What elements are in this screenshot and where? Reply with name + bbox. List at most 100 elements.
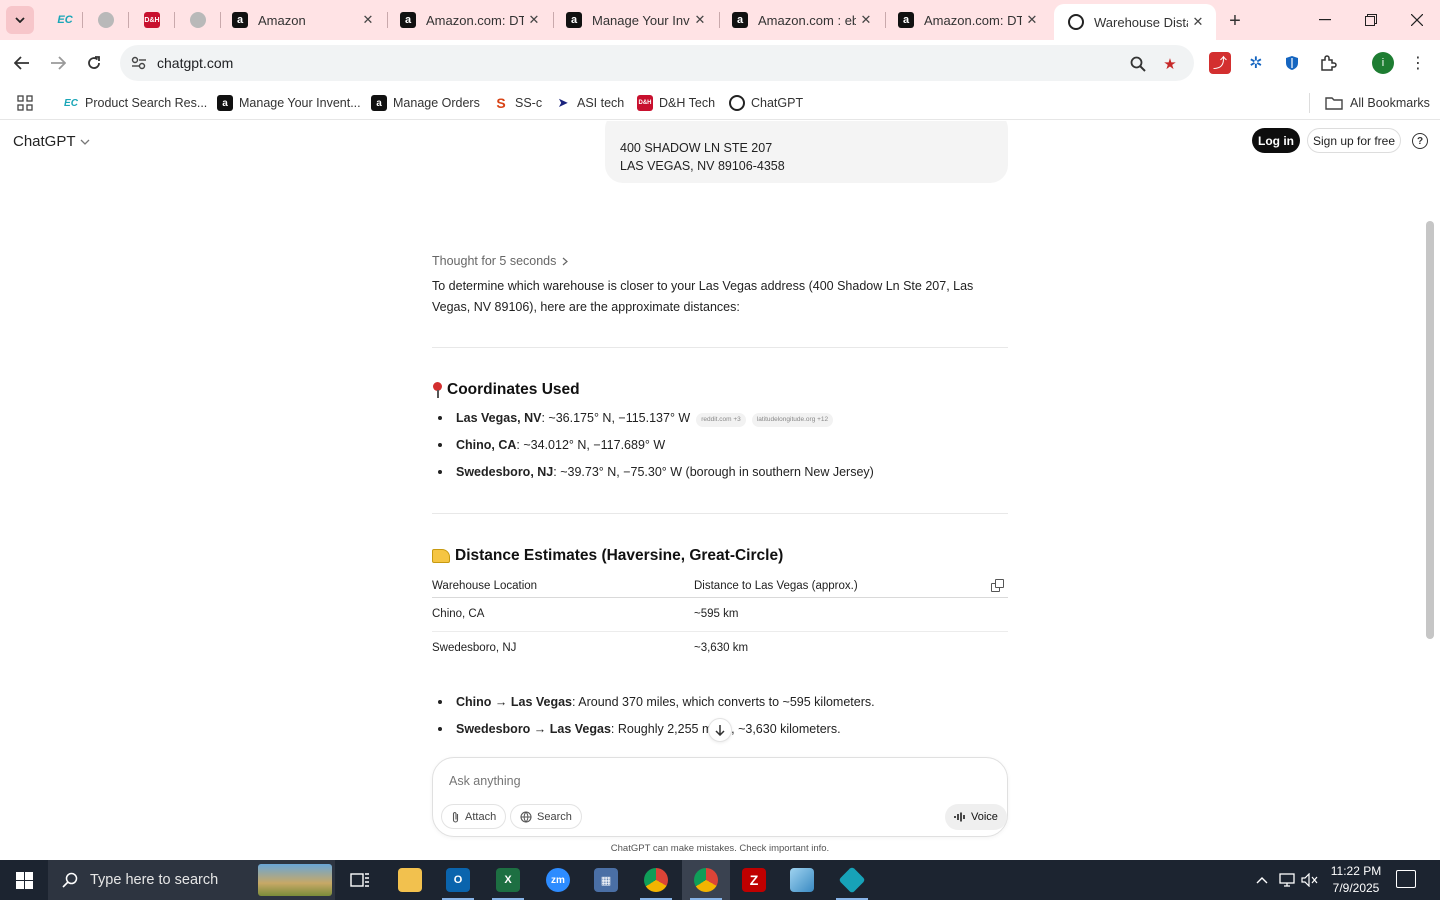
tab-globe-1[interactable] <box>84 0 128 40</box>
table-cell: ~595 km <box>694 608 739 620</box>
list-item: Chino → Las Vegas: Around 370 miles, whi… <box>432 693 1008 720</box>
thought-toggle[interactable]: Thought for 5 seconds <box>432 254 569 268</box>
composer: Attach Search Voice <box>432 757 1008 837</box>
url-text[interactable]: chatgpt.com <box>157 55 233 71</box>
network-icon[interactable] <box>1276 860 1298 900</box>
tab-amazon-eb[interactable]: a Amazon.com : eb ✕ <box>718 0 884 40</box>
restore-button[interactable] <box>1348 0 1394 40</box>
close-icon[interactable]: ✕ <box>524 10 544 30</box>
help-icon[interactable]: ? <box>1412 133 1428 149</box>
puzzle-icon[interactable] <box>1317 52 1339 74</box>
tab-ec[interactable]: EC <box>40 0 84 40</box>
model-selector[interactable]: ChatGPT <box>13 133 90 150</box>
bookmark-chatgpt[interactable]: ChatGPT <box>729 92 803 114</box>
citation-pill[interactable]: reddit.com +3 <box>696 413 746 427</box>
item-value: : ~36.175° N, −115.137° W <box>541 411 691 425</box>
page-scrollbar[interactable] <box>1426 221 1434 639</box>
bookmark-dh-tech[interactable]: D&H D&H Tech <box>637 92 715 114</box>
bookmark-manage-inventory[interactable]: a Manage Your Invent... <box>217 92 361 114</box>
taskbar-calculator[interactable]: ▦ <box>582 860 630 900</box>
bookmark-manage-orders[interactable]: a Manage Orders <box>371 92 480 114</box>
site-settings-icon[interactable] <box>130 54 148 72</box>
kebab-menu-icon[interactable]: ⋮ <box>1407 52 1429 74</box>
button-label: Voice <box>971 811 998 823</box>
tray-overflow-button[interactable] <box>1252 860 1272 900</box>
taskbar-app-diamond[interactable] <box>828 860 876 900</box>
all-bookmarks-button[interactable]: All Bookmarks <box>1325 92 1430 114</box>
close-icon[interactable]: ✕ <box>690 10 710 30</box>
item-value: : ~39.73° N, −75.30° W (borough in south… <box>553 465 874 479</box>
notes-icon <box>790 868 814 892</box>
tab-amazon[interactable]: a Amazon ✕ <box>218 0 386 40</box>
arrow-down-icon <box>715 725 725 736</box>
close-icon[interactable]: ✕ <box>1022 10 1042 30</box>
search-button[interactable]: Search <box>510 804 582 829</box>
apps-button[interactable] <box>17 92 33 114</box>
profile-avatar[interactable]: i <box>1372 52 1394 74</box>
intro-text: To determine which warehouse is closer t… <box>432 279 974 314</box>
tab-title: Amazon.com : eb <box>758 12 856 28</box>
close-icon[interactable]: ✕ <box>1188 12 1208 32</box>
bookmark-star-icon[interactable]: ★ <box>1160 54 1180 74</box>
browser-toolbar: chatgpt.com ★ ⤴ ✲ i ⋮ <box>0 40 1440 86</box>
tab-amazon-dte-1[interactable]: a Amazon.com: DTE ✕ <box>386 0 552 40</box>
minimize-button[interactable] <box>1302 0 1348 40</box>
citation-pill[interactable]: latitudelongitude.org +12 <box>751 413 834 427</box>
notifications-icon[interactable] <box>1396 870 1416 888</box>
bookmarks-bar: EC Product Search Res... a Manage Your I… <box>0 86 1440 120</box>
taskbar-zoom[interactable]: zm <box>534 860 582 900</box>
divider <box>432 513 1008 514</box>
folder-icon <box>398 868 422 892</box>
tab-globe-2[interactable] <box>176 0 220 40</box>
user-message: 400 SHADOW LN STE 207 LAS VEGAS, NV 8910… <box>605 121 1008 183</box>
copy-icon[interactable] <box>991 579 1004 592</box>
taskbar-clock[interactable]: 11:22 PM 7/9/2025 <box>1320 863 1392 897</box>
taskbar-filezilla[interactable]: Z <box>730 860 778 900</box>
taskbar-excel[interactable]: X <box>484 860 532 900</box>
chevron-up-icon <box>1256 877 1268 884</box>
prompt-input[interactable] <box>449 774 929 788</box>
login-button[interactable]: Log in <box>1252 128 1300 153</box>
address-bar[interactable]: chatgpt.com ★ <box>120 45 1194 81</box>
reload-button[interactable] <box>80 49 108 77</box>
task-view-icon <box>350 873 369 887</box>
globe-icon <box>98 12 114 28</box>
taskbar-app-notes[interactable] <box>778 860 826 900</box>
task-view-button[interactable] <box>336 860 384 900</box>
attach-button[interactable]: Attach <box>441 804 507 829</box>
scroll-to-bottom-button[interactable] <box>708 718 732 742</box>
bookmark-asi-tech[interactable]: ➤ ASI tech <box>555 92 625 114</box>
taskbar-outlook[interactable]: O <box>434 860 482 900</box>
close-window-button[interactable] <box>1394 0 1440 40</box>
close-icon[interactable]: ✕ <box>358 10 378 30</box>
volume-muted-icon[interactable] <box>1300 860 1320 900</box>
taskbar-search-input[interactable] <box>90 872 250 888</box>
coords-list: Las Vegas, NV: ~36.175° N, −115.137° W re… <box>432 409 1008 490</box>
bookmark-label: D&H Tech <box>659 96 716 110</box>
item-name: Chino, CA <box>456 438 517 452</box>
pdf-extension-icon[interactable]: ⤴ <box>1209 52 1231 74</box>
new-tab-button[interactable]: + <box>1222 8 1248 34</box>
tab-warehouse-distance[interactable]: Warehouse Distan ✕ <box>1054 4 1216 40</box>
shield-icon[interactable] <box>1281 52 1303 74</box>
tab-search-button[interactable] <box>6 6 34 34</box>
list-item: Swedesboro, NJ: ~39.73° N, −75.30° W (bo… <box>432 463 1008 490</box>
taskbar-chrome-2[interactable] <box>682 860 730 900</box>
ss-icon: S <box>496 95 506 111</box>
taskbar-file-explorer[interactable] <box>386 860 434 900</box>
start-button[interactable] <box>0 860 48 900</box>
voice-button[interactable]: Voice <box>945 804 1007 830</box>
pushpin-icon <box>432 382 442 398</box>
extension-icon[interactable]: ✲ <box>1245 52 1267 74</box>
close-icon[interactable]: ✕ <box>856 10 876 30</box>
tab-amazon-dte-2[interactable]: a Amazon.com: DTE ✕ <box>884 0 1050 40</box>
tab-dh-tech[interactable]: D&H <box>130 0 174 40</box>
bookmark-ss-c[interactable]: S SS-c <box>493 92 542 114</box>
zoom-icon[interactable] <box>1128 54 1148 74</box>
forward-button[interactable] <box>44 49 72 77</box>
taskbar-chrome-1[interactable] <box>632 860 680 900</box>
signup-button[interactable]: Sign up for free <box>1307 128 1401 153</box>
bookmark-product-search[interactable]: EC Product Search Res... <box>63 92 207 114</box>
tab-manage-inventory[interactable]: a Manage Your Inve ✕ <box>552 0 718 40</box>
back-button[interactable] <box>8 49 36 77</box>
